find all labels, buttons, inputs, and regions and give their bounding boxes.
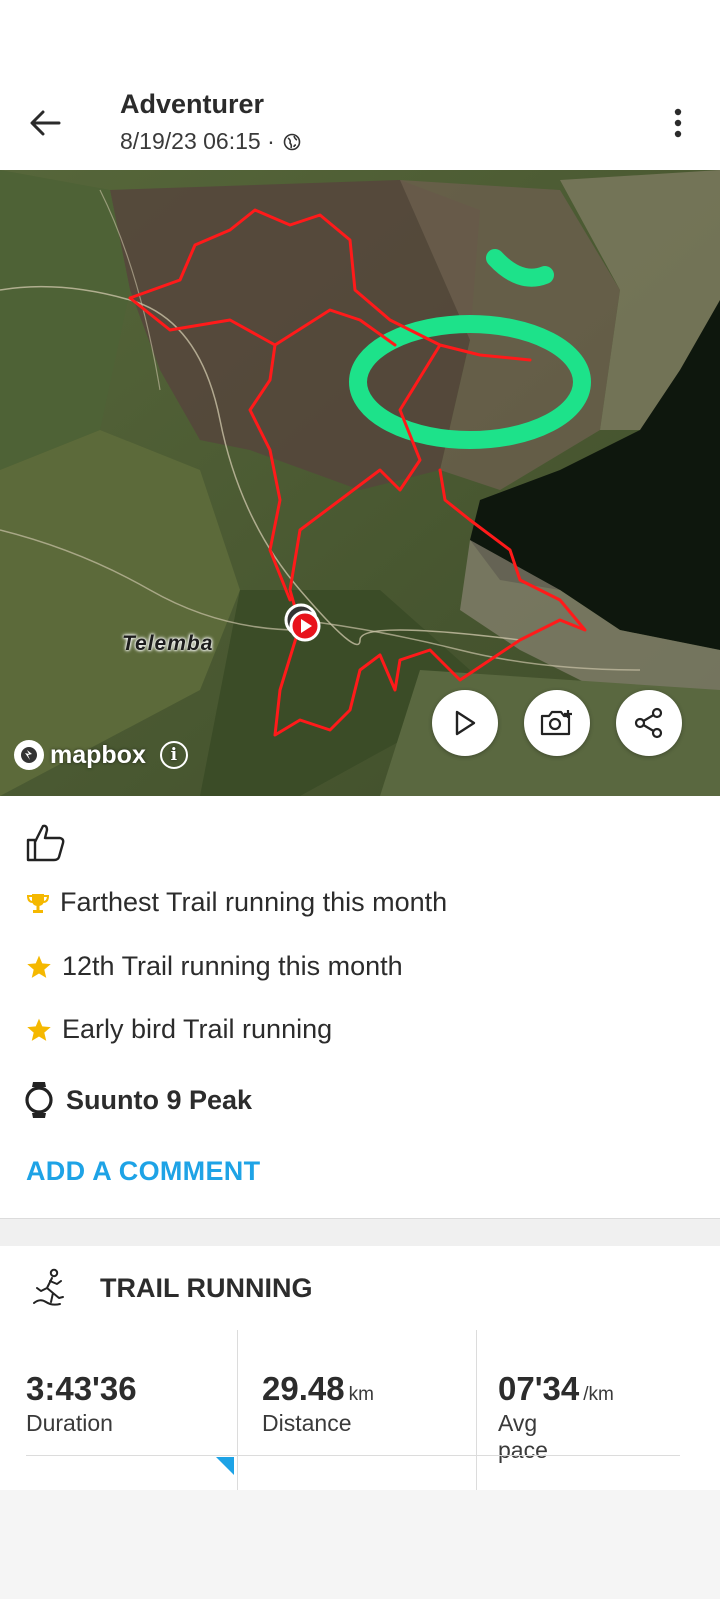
- stat-label: Duration: [26, 1410, 113, 1436]
- route-map[interactable]: Telemba mapbox i: [0, 170, 720, 796]
- stats-summary: 3:43'36 Duration 29.48 km Distance 07'34/…: [0, 1330, 720, 1490]
- add-photo-icon: [540, 710, 572, 736]
- section-divider: [0, 1218, 720, 1246]
- achievement-item: Early bird Trail running: [26, 1014, 332, 1045]
- achievement-text: Farthest Trail running this month: [60, 887, 448, 917]
- play-icon: [455, 710, 476, 736]
- selected-stat-indicator: [216, 1457, 234, 1475]
- star-icon: [27, 1018, 51, 1041]
- activity-type-row: TRAIL RUNNING: [30, 1268, 313, 1308]
- back-arrow-icon: [30, 110, 61, 136]
- map-terrain: [0, 170, 720, 796]
- achievement-text: 12th Trail running this month: [62, 951, 403, 981]
- add-comment-button[interactable]: ADD A COMMENT: [26, 1156, 260, 1187]
- like-button[interactable]: [24, 820, 70, 866]
- map-place-label: Telemba: [122, 632, 214, 655]
- bottom-area: [0, 1490, 720, 1599]
- mapbox-logo-icon: [14, 740, 44, 770]
- datetime-text: 8/19/23 06:15 ·: [120, 128, 275, 154]
- trail-running-icon: [33, 1268, 64, 1306]
- globe-icon: [283, 133, 301, 150]
- achievement-item: Farthest Trail running this month: [26, 887, 447, 918]
- achievement-item: 12th Trail running this month: [26, 951, 403, 982]
- page-title: Adventurer: [120, 89, 265, 119]
- share-icon: [634, 707, 663, 739]
- stats-underline: [26, 1455, 680, 1456]
- stat-separator: [237, 1330, 238, 1490]
- trophy-icon: [26, 893, 50, 913]
- back-button[interactable]: [22, 100, 68, 146]
- activity-type-label: TRAIL RUNNING: [100, 1272, 313, 1303]
- more-options-button[interactable]: [658, 100, 698, 146]
- stat-value: 3:43'36: [26, 1370, 137, 1407]
- stat-value: 07'34/km: [498, 1370, 614, 1407]
- mapbox-text: mapbox: [50, 740, 146, 769]
- share-button[interactable]: [616, 690, 682, 756]
- more-vertical-icon: [674, 108, 682, 138]
- top-bar: Adventurer 8/19/23 06:15 ·: [0, 0, 720, 170]
- watch-icon: [25, 1082, 53, 1118]
- achievement-text: Early bird Trail running: [62, 1014, 333, 1044]
- thumbs-up-icon: [26, 824, 65, 862]
- stat-value: 29.48 km: [262, 1370, 374, 1407]
- info-icon[interactable]: i: [159, 741, 188, 769]
- stat-label: Distance: [262, 1410, 352, 1436]
- stat-separator: [476, 1330, 477, 1490]
- mapbox-attribution[interactable]: mapbox i: [14, 740, 188, 770]
- activity-datetime: 8/19/23 06:15 ·: [120, 128, 301, 155]
- add-photo-button[interactable]: [524, 690, 590, 756]
- device-info: Suunto 9 Peak: [24, 1080, 252, 1120]
- device-name: Suunto 9 Peak: [66, 1084, 253, 1115]
- star-icon: [27, 955, 51, 978]
- play-route-button[interactable]: [432, 690, 498, 756]
